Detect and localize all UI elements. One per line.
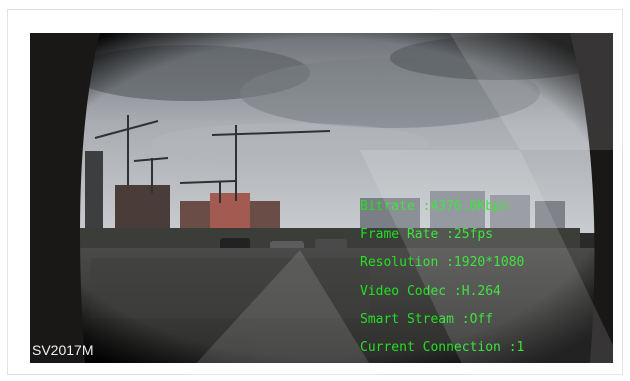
osd-video-codec: Video Codec :H.264 <box>360 284 501 299</box>
camera-video-preview[interactable]: Bitrate :4376.0Kbps Frame Rate :25fps Re… <box>30 33 613 363</box>
osd-current-connection: Current Connection :1 <box>360 340 525 355</box>
camera-scene <box>30 33 613 363</box>
camera-name-label: SV2017M <box>32 342 94 358</box>
osd-resolution: Resolution :1920*1080 <box>360 255 525 270</box>
osd-bitrate: Bitrate :4376.0Kbps <box>360 199 509 214</box>
osd-frame-rate: Frame Rate :25fps <box>360 227 494 242</box>
osd-smart-stream: Smart Stream :Off <box>360 312 494 327</box>
